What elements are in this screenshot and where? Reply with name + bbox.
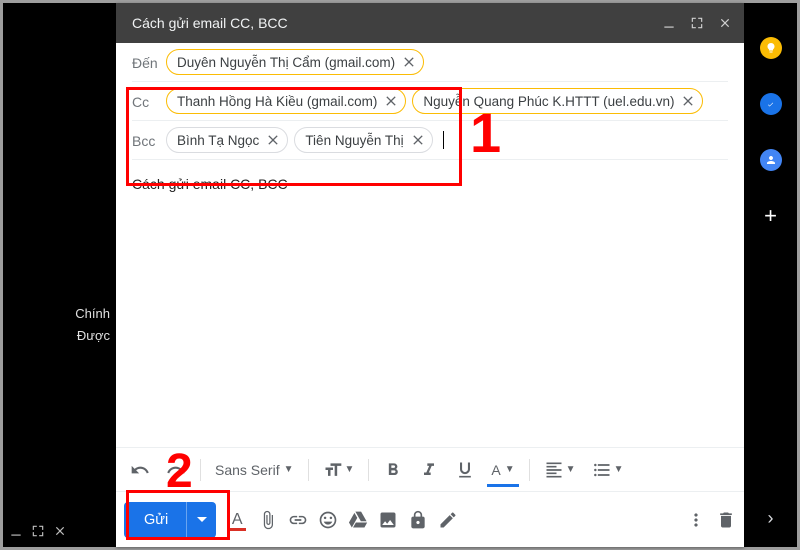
remove-chip-icon[interactable] (680, 93, 696, 109)
redo-button[interactable] (160, 454, 192, 486)
align-button[interactable]: ▼ (538, 454, 582, 486)
send-options-button[interactable] (186, 502, 216, 538)
keep-notes-icon[interactable] (760, 37, 782, 59)
recipient-chip[interactable]: Tiên Nguyễn Thị (294, 127, 432, 153)
font-select[interactable]: Sans Serif▼ (209, 454, 300, 486)
more-icon[interactable] (686, 510, 706, 530)
recipient-chip[interactable]: Nguyễn Quang Phúc K.HTTT (uel.edu.vn) (412, 88, 703, 114)
recipient-chip[interactable]: Duyên Nguyễn Thị Cẩm (gmail.com) (166, 49, 424, 75)
remove-chip-icon[interactable] (383, 93, 399, 109)
expand-icon[interactable] (690, 16, 704, 30)
close-icon[interactable] (53, 524, 67, 541)
remove-chip-icon[interactable] (265, 132, 281, 148)
format-icon[interactable]: A (226, 510, 248, 530)
expand-icon[interactable] (31, 524, 45, 541)
remove-chip-icon[interactable] (401, 54, 417, 70)
attach-icon[interactable] (258, 510, 278, 530)
cc-row[interactable]: Cc Thanh Hồng Hà Kiều (gmail.com) Nguyễn… (132, 82, 728, 121)
emoji-icon[interactable] (318, 510, 338, 530)
left-text-1: Chính (75, 303, 110, 325)
compose-body[interactable] (116, 208, 744, 447)
to-label: Đến (132, 49, 166, 71)
subject-text: Cách gửi email CC, BCC (132, 166, 288, 202)
send-bar: Gửi A (116, 491, 744, 547)
close-icon[interactable] (718, 16, 732, 30)
delete-icon[interactable] (716, 510, 736, 530)
subject-row[interactable]: Cách gửi email CC, BCC (132, 160, 728, 208)
add-icon[interactable]: + (760, 205, 782, 227)
bcc-row[interactable]: Bcc Bình Tạ Ngọc Tiên Nguyễn Thị (132, 121, 728, 160)
drive-icon[interactable] (348, 510, 368, 530)
image-icon[interactable] (378, 510, 398, 530)
compose-title: Cách gửi email CC, BCC (132, 15, 288, 31)
compose-window: Cách gửi email CC, BCC Đến Duyên Nguyễn … (116, 3, 744, 547)
recipient-chip[interactable]: Thanh Hồng Hà Kiều (gmail.com) (166, 88, 406, 114)
undo-button[interactable] (124, 454, 156, 486)
cc-label: Cc (132, 88, 166, 110)
bcc-label: Bcc (132, 127, 166, 149)
minimize-icon[interactable] (9, 524, 23, 541)
underline-button[interactable] (449, 454, 481, 486)
remove-chip-icon[interactable] (410, 132, 426, 148)
text-cursor (443, 131, 444, 149)
font-size-button[interactable]: ▼ (317, 454, 361, 486)
text-color-button[interactable]: A▼ (485, 454, 520, 486)
compose-titlebar: Cách gửi email CC, BCC (116, 3, 744, 43)
lock-icon[interactable] (408, 510, 428, 530)
left-sidebar: Chính Được (3, 3, 116, 547)
italic-button[interactable] (413, 454, 445, 486)
pen-icon[interactable] (438, 510, 458, 530)
link-icon[interactable] (288, 510, 308, 530)
send-button[interactable]: Gửi (124, 502, 216, 538)
contacts-icon[interactable] (760, 149, 782, 171)
chevron-right-icon[interactable]: › (768, 508, 774, 529)
right-sidebar: + › (744, 3, 797, 547)
tasks-icon[interactable] (760, 93, 782, 115)
recipient-chip[interactable]: Bình Tạ Ngọc (166, 127, 288, 153)
left-text-2: Được (75, 325, 110, 347)
to-row[interactable]: Đến Duyên Nguyễn Thị Cẩm (gmail.com) (132, 43, 728, 82)
minimize-icon[interactable] (662, 16, 676, 30)
format-toolbar: Sans Serif▼ ▼ A▼ ▼ ▼ (116, 447, 744, 491)
bold-button[interactable] (377, 454, 409, 486)
list-button[interactable]: ▼ (586, 454, 630, 486)
